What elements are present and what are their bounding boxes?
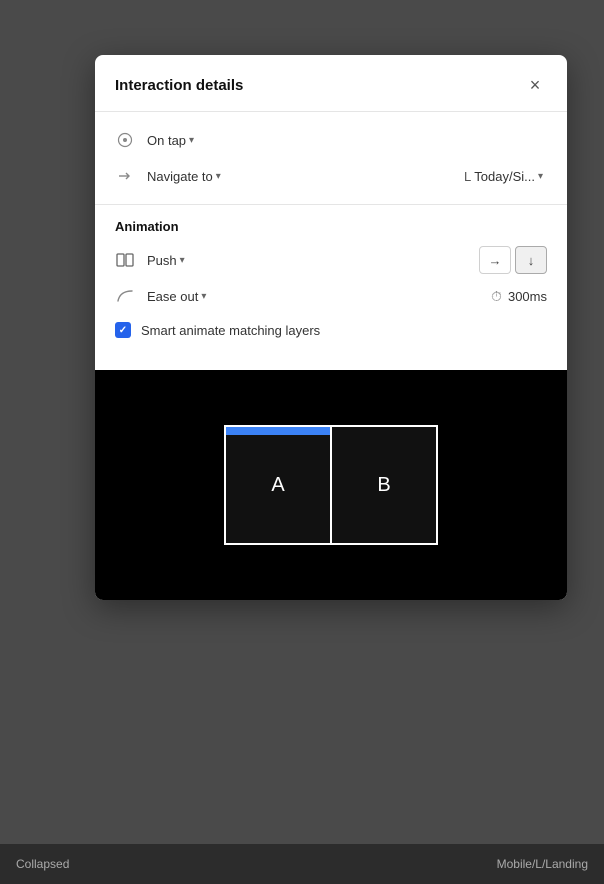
- direction-down-button[interactable]: ↓: [515, 246, 547, 274]
- checkmark-icon: ✓: [119, 325, 127, 336]
- push-dropdown[interactable]: Push ▾: [143, 251, 189, 270]
- destination-area: L Today/Si... ▾: [460, 167, 547, 186]
- smart-animate-checkbox[interactable]: ✓: [115, 322, 131, 338]
- smart-animate-label: Smart animate matching layers: [141, 323, 320, 338]
- interaction-details-panel: Interaction details × On tap ▾: [95, 55, 567, 600]
- action-chevron: ▾: [216, 171, 221, 182]
- destination-prefix: L: [464, 169, 471, 184]
- ease-chevron: ▾: [201, 291, 206, 302]
- animation-title: Animation: [115, 219, 547, 234]
- direction-right-icon: →: [489, 253, 502, 268]
- smart-animate-row: ✓ Smart animate matching layers: [115, 322, 547, 338]
- trigger-chevron: ▾: [189, 135, 194, 146]
- action-row: Navigate to ▾ L Today/Si... ▾: [95, 158, 567, 194]
- frame-a: A: [224, 425, 332, 545]
- duration-value: 300ms: [508, 289, 547, 304]
- target-icon: [115, 130, 135, 150]
- trigger-dropdown[interactable]: On tap ▾: [143, 131, 198, 150]
- direction-down-icon: ↓: [528, 253, 535, 268]
- close-button[interactable]: ×: [523, 73, 547, 97]
- ease-icon: [115, 286, 135, 306]
- ease-label: Ease out: [147, 289, 198, 304]
- push-label: Push: [147, 253, 177, 268]
- arrow-icon: [115, 166, 135, 186]
- preview-frames: A B: [224, 425, 438, 545]
- direction-right-button[interactable]: →: [479, 246, 511, 274]
- destination-dropdown[interactable]: L Today/Si... ▾: [460, 167, 547, 186]
- trigger-row: On tap ▾: [95, 122, 567, 158]
- frame-a-label: A: [271, 474, 284, 497]
- action-label: Navigate to: [147, 169, 213, 184]
- destination-text: Today/Si...: [474, 169, 535, 184]
- push-left: Push ▾: [115, 250, 189, 270]
- animation-section: Animation Push ▾ →: [95, 205, 567, 370]
- clock-icon: ⏱: [491, 288, 502, 305]
- direction-buttons: → ↓: [479, 246, 547, 274]
- destination-chevron: ▾: [538, 171, 543, 182]
- bottom-bar: Collapsed Mobile/L/Landing: [0, 844, 604, 884]
- action-dropdown[interactable]: Navigate to ▾: [143, 167, 225, 186]
- duration-area: ⏱ 300ms: [491, 288, 547, 305]
- push-row: Push ▾ → ↓: [115, 246, 547, 274]
- panel-title: Interaction details: [115, 77, 243, 94]
- trigger-label: On tap: [147, 133, 186, 148]
- frame-b-label: B: [377, 474, 390, 497]
- push-type-icon: [115, 250, 135, 270]
- frame-b: B: [330, 425, 438, 545]
- push-chevron: ▾: [180, 255, 185, 266]
- bottom-bar-right: Mobile/L/Landing: [497, 857, 588, 871]
- trigger-action-section: On tap ▾ Navigate to ▾ L Today/Si... ▾: [95, 112, 567, 205]
- animation-preview: A B: [95, 370, 567, 600]
- ease-row: Ease out ▾ ⏱ 300ms: [115, 286, 547, 306]
- bottom-bar-left: Collapsed: [16, 857, 69, 871]
- panel-header: Interaction details ×: [95, 55, 567, 112]
- ease-dropdown[interactable]: Ease out ▾: [143, 287, 210, 306]
- frame-a-highlight: [226, 427, 330, 435]
